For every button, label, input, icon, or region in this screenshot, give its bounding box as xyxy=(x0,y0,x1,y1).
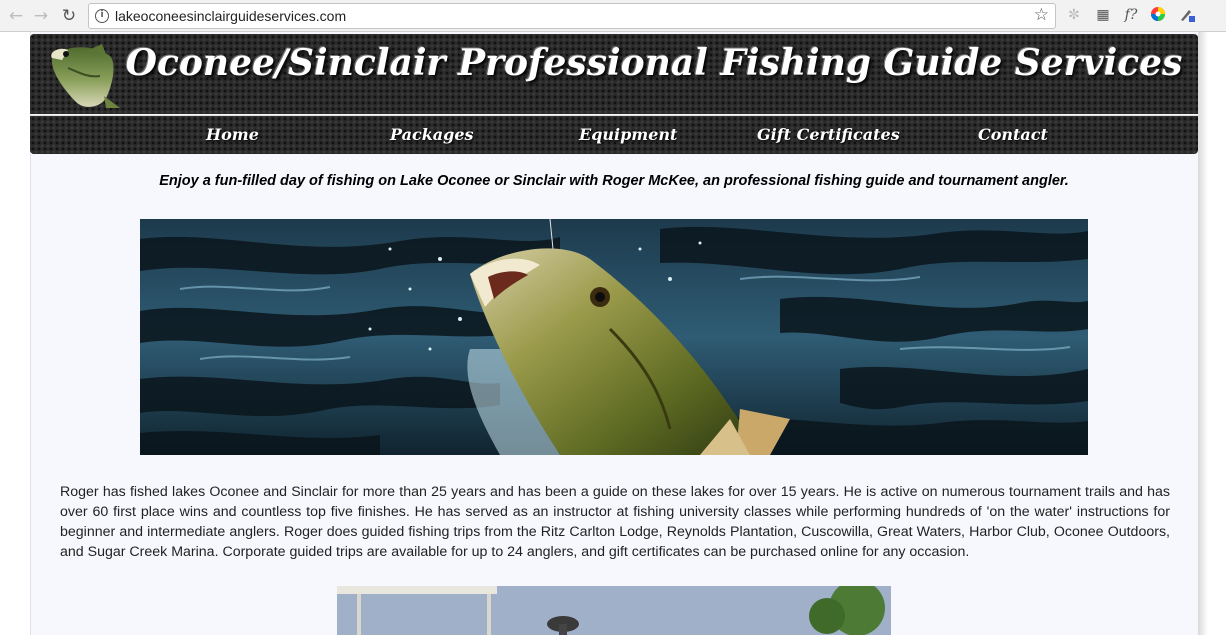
site-header: Oconee/Sinclair Professional Fishing Gui… xyxy=(30,34,1198,114)
hero-image xyxy=(140,219,1088,455)
forward-arrow-icon[interactable]: → xyxy=(31,6,51,26)
nav-home[interactable]: Home xyxy=(206,125,259,144)
extension-icon-1[interactable]: ✼ xyxy=(1064,5,1084,25)
url-text[interactable]: lakeoconeesinclairguideservices.com xyxy=(115,8,346,24)
extension-icon-2[interactable]: ▦ xyxy=(1093,5,1113,25)
font-ext-icon[interactable]: f? xyxy=(1121,5,1141,25)
reload-icon[interactable]: ↻ xyxy=(59,6,79,26)
star-icon[interactable]: ☆ xyxy=(1034,5,1049,25)
back-arrow-icon[interactable]: ← xyxy=(6,6,26,26)
tagline: Enjoy a fun-filled day of fishing on Lak… xyxy=(159,173,1069,189)
nav-equipment[interactable]: Equipment xyxy=(579,125,677,144)
boat-dock-photo xyxy=(337,586,891,635)
bio-paragraph: Roger has fished lakes Oconee and Sincla… xyxy=(60,484,1170,560)
main-nav: Home Packages Equipment Gift Certificate… xyxy=(30,115,1198,154)
container-shadow xyxy=(1198,32,1208,635)
color-wheel-icon[interactable] xyxy=(1148,5,1168,25)
nav-gift-certificates[interactable]: Gift Certificates xyxy=(757,125,900,144)
address-bar[interactable]: i lakeoconeesinclairguideservices.com ☆ xyxy=(88,3,1056,29)
site-title: Oconee/Sinclair Professional Fishing Gui… xyxy=(125,42,1183,84)
eyedropper-icon[interactable] xyxy=(1177,5,1197,25)
info-icon[interactable]: i xyxy=(95,9,109,23)
browser-toolbar: ← → ↻ i lakeoconeesinclairguideservices.… xyxy=(0,0,1226,32)
nav-packages[interactable]: Packages xyxy=(390,125,474,144)
nav-contact[interactable]: Contact xyxy=(978,125,1048,144)
